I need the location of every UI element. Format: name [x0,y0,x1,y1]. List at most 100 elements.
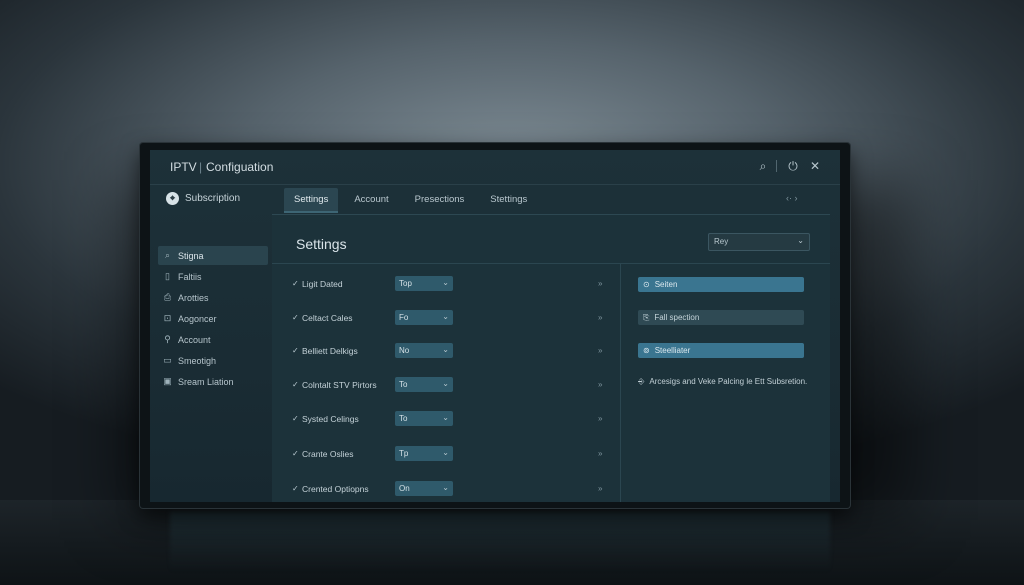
sidebar-item-label: Faltiis [178,271,202,282]
settings-panel: Settings Rey ⌄ ✓ Ligit Dated Top ⌄ » ✓ C… [272,214,830,502]
search-icon: ⌕ [164,250,171,260]
sidebar-item-sream-liation[interactable]: ▣ Sream Liation [158,372,268,391]
sidebar-item-label: Arotties [178,292,209,303]
setting-label: Colntalt STV Pirtors [302,380,377,390]
setting-row: ✓ Crented Optiopns On ⌄ » [292,480,604,500]
setting-select[interactable]: To ⌄ [395,377,453,392]
chevron-down-icon: ⌄ [442,379,449,388]
sidebar-header[interactable]: ⌖ Subscription [166,192,240,205]
sidebar-header-label: Subscription [185,193,241,204]
chevron-down-icon: ⌄ [442,413,449,422]
window-title: Configuation [206,160,274,174]
search-icon[interactable]: ⌕ [756,159,770,174]
tab-bar: Settings Account Presections Stettings [284,188,537,213]
chevron-right-icon[interactable]: » [598,313,602,322]
setting-select-value: Top [399,279,412,288]
steelliater-button[interactable]: ⊚ Steelliater [638,343,804,358]
divider [620,263,621,502]
setting-row: ✓ Crante Oslies Tp ⌄ » [292,445,604,465]
setting-label: Ligit Dated [302,279,343,289]
chevron-down-icon: ⌄ [442,345,449,354]
setting-label: Belliett Delkigs [302,346,358,356]
chevron-down-icon: ⌄ [442,448,449,457]
check-icon: ✓ [292,346,299,355]
check-icon: ✓ [292,414,299,423]
screen-reflection [170,512,830,572]
location-pin-icon: ⊚ [643,346,650,355]
sidebar-item-label: Account [178,334,211,345]
sidebar-item-label: Stigna [178,250,204,261]
setting-select[interactable]: To ⌄ [395,411,453,426]
check-icon: ✓ [292,313,299,322]
setting-select-value: To [399,414,408,423]
setting-select-value: On [399,484,410,493]
check-icon: ✓ [292,279,299,288]
tab-settings[interactable]: Settings [284,188,339,213]
bookmark-icon: ⎙ [163,292,172,302]
sidebar: ⌕ Stigna ▯ Faltiis ⎙ Arotties ⊡ Aogoncer… [158,246,268,393]
chevron-right-icon[interactable]: » [598,414,602,423]
sidebar-item-label: Sream Liation [178,376,234,387]
setting-select[interactable]: On ⌄ [395,481,453,496]
setting-select[interactable]: No ⌄ [395,343,453,358]
sidebar-item-arotties[interactable]: ⎙ Arotties [158,288,268,307]
chevron-right-icon[interactable]: » [598,380,602,389]
app-name: IPTV [170,160,197,174]
title-divider [776,160,777,172]
setting-select-value: No [399,346,410,355]
setting-label: Crented Optiopns [302,484,369,494]
chevron-right-icon[interactable]: » [598,346,602,355]
info-note: ⎆ Arcesigs and Veke Palcing le Ett Subsr… [638,377,807,387]
setting-row: ✓ Belliett Delkigs No ⌄ » [292,342,604,362]
sidebar-item-account[interactable]: ⚲ Account [158,330,268,349]
tab-account[interactable]: Account [344,188,398,213]
sidebar-item-faltiis[interactable]: ▯ Faltiis [158,267,268,286]
file-icon: ▯ [165,271,170,281]
sidebar-item-stigna[interactable]: ⌕ Stigna [158,246,268,265]
setting-label: Celtact Cales [302,313,353,323]
setting-row: ✓ Ligit Dated Top ⌄ » [292,275,604,295]
setting-label: Systed Celings [302,414,359,424]
page-title: Settings [296,236,347,252]
fall-spection-button[interactable]: ⎘ Fall spection [638,310,804,325]
seiten-button[interactable]: ⊙ Seiten [638,277,804,292]
setting-select[interactable]: Tp ⌄ [395,446,453,461]
check-icon: ✓ [292,449,299,458]
chevron-down-icon: ⌄ [442,312,449,321]
setting-select-value: Fo [399,313,409,322]
divider [272,263,830,264]
check-icon: ✓ [292,380,299,389]
tab-scroll-arrows[interactable]: ‹· › [786,193,798,203]
power-icon[interactable]: ⏻ [786,159,800,174]
setting-select[interactable]: Fo ⌄ [395,310,453,325]
button-label: Fall spection [654,313,700,322]
setting-row: ✓ Celtact Cales Fo ⌄ » [292,309,604,329]
chevron-right-icon[interactable]: » [598,449,602,458]
chevron-down-icon: ⌄ [442,483,449,492]
close-icon[interactable]: ✕ [808,159,822,173]
sidebar-item-aogoncer[interactable]: ⊡ Aogoncer [158,309,268,328]
button-label: Seiten [654,280,678,289]
profile-select-value: Rey [714,237,729,246]
chevron-right-icon[interactable]: » [598,279,602,288]
tab-stettings[interactable]: Stettings [480,188,537,213]
check-icon: ✓ [292,484,299,493]
setting-select[interactable]: Top ⌄ [395,276,453,291]
title-bar: IPTV | Configuation ⌕ ⏻ ✕ [150,150,840,185]
setting-row: ✓ Colntalt STV Pirtors To ⌄ » [292,376,604,396]
sidebar-item-smeotigh[interactable]: ▭ Smeotigh [158,351,268,370]
setting-select-value: To [399,380,408,389]
chevron-right-icon[interactable]: » [598,484,602,493]
title-separator: | [199,160,203,174]
setting-label: Crante Oslies [302,449,354,459]
chevron-down-icon: ⌄ [442,278,449,287]
user-icon: ⚲ [164,334,171,344]
setting-row: ✓ Systed Celings To ⌄ » [292,410,604,430]
box-icon: ⊡ [163,313,172,323]
tab-presections[interactable]: Presections [405,188,475,213]
button-label: Steelliater [654,346,691,355]
monitor-icon: ▭ [163,355,172,365]
location-pin-icon: ⌖ [166,192,179,205]
sidebar-item-label: Aogoncer [178,313,217,324]
profile-select[interactable]: Rey ⌄ [708,233,810,251]
